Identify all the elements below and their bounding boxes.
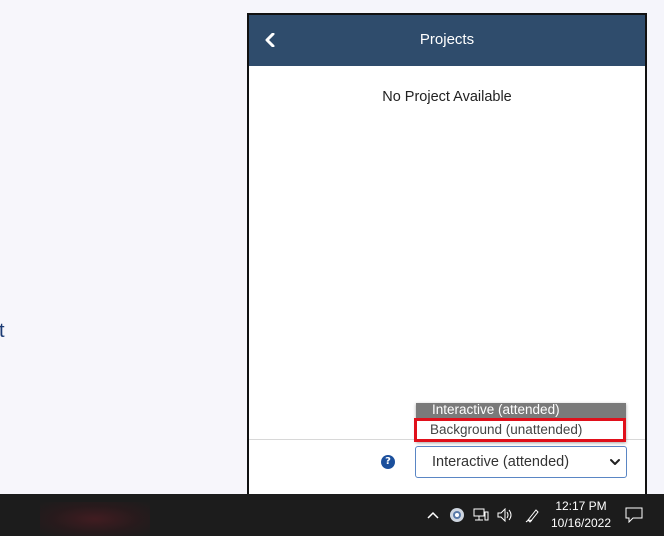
tray-app-button[interactable] xyxy=(447,494,467,536)
background-page xyxy=(0,0,250,494)
panel-header: Projects xyxy=(249,15,645,66)
clock-date: 10/16/2022 xyxy=(550,516,612,530)
notifications-button[interactable] xyxy=(622,494,646,536)
help-icon[interactable]: ? xyxy=(381,455,395,469)
tray-network-button[interactable] xyxy=(471,494,491,536)
taskbar-clock[interactable]: 12:17 PM 10/16/2022 xyxy=(548,498,614,532)
volume-icon xyxy=(497,508,512,522)
taskbar-app-thumbnail xyxy=(40,502,150,536)
run-mode-select-value: Interactive (attended) xyxy=(432,454,570,470)
notifications-icon xyxy=(625,507,643,523)
chevron-up-icon xyxy=(427,511,439,519)
network-icon xyxy=(473,508,489,521)
projects-panel: Projects No Project Available ? Interact… xyxy=(247,13,647,494)
taskbar: 12:17 PM 10/16/2022 xyxy=(0,494,664,536)
tray-volume-button[interactable] xyxy=(494,494,516,536)
background-text-fragment: t xyxy=(0,320,5,342)
chevron-down-icon xyxy=(610,459,620,465)
tray-pen-button[interactable] xyxy=(522,494,544,536)
empty-state-message: No Project Available xyxy=(382,89,512,105)
option-background[interactable]: Background (unattended) xyxy=(414,418,626,442)
app-tray-icon xyxy=(450,508,464,522)
page-title: Projects xyxy=(419,31,475,48)
run-mode-dropdown: Interactive (attended) Background (unatt… xyxy=(414,403,626,442)
pen-icon xyxy=(525,509,539,523)
tray-overflow-button[interactable] xyxy=(424,494,442,536)
clock-time: 12:17 PM xyxy=(555,499,607,513)
run-mode-select[interactable]: Interactive (attended) xyxy=(415,446,627,478)
option-interactive[interactable]: Interactive (attended) xyxy=(416,403,626,418)
